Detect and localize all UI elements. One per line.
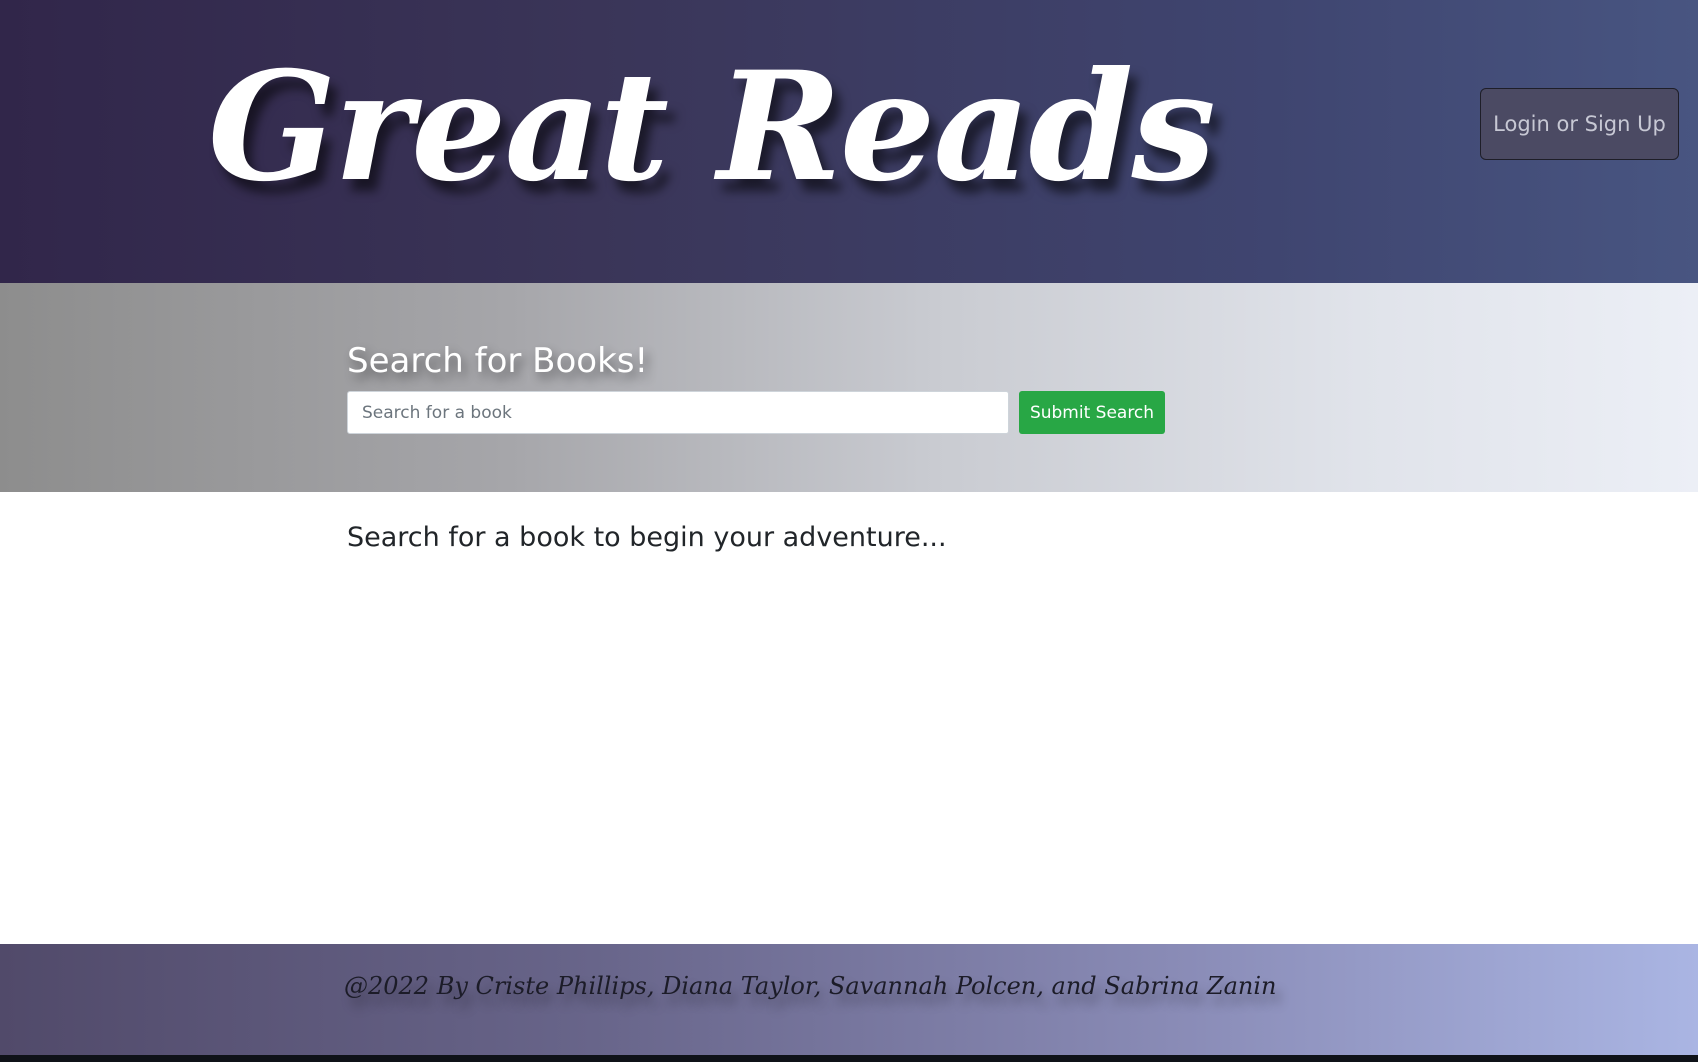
- os-taskbar-strip: [0, 1055, 1698, 1062]
- search-section: Search for Books! Submit Search: [0, 283, 1698, 492]
- empty-results-message: Search for a book to begin your adventur…: [347, 522, 947, 553]
- login-signup-button[interactable]: Login or Sign Up: [1480, 88, 1679, 160]
- site-header: Great Reads Login or Sign Up: [0, 0, 1698, 283]
- search-heading: Search for Books!: [347, 341, 649, 381]
- site-footer: @2022 By Criste Phillips, Diana Taylor, …: [0, 944, 1698, 1055]
- search-input[interactable]: [347, 391, 1009, 434]
- page: Great Reads Login or Sign Up Search for …: [0, 0, 1698, 1062]
- footer-credits: @2022 By Criste Phillips, Diana Taylor, …: [344, 972, 1277, 1000]
- site-logo-title[interactable]: Great Reads: [208, 52, 1216, 202]
- submit-search-button[interactable]: Submit Search: [1019, 391, 1165, 434]
